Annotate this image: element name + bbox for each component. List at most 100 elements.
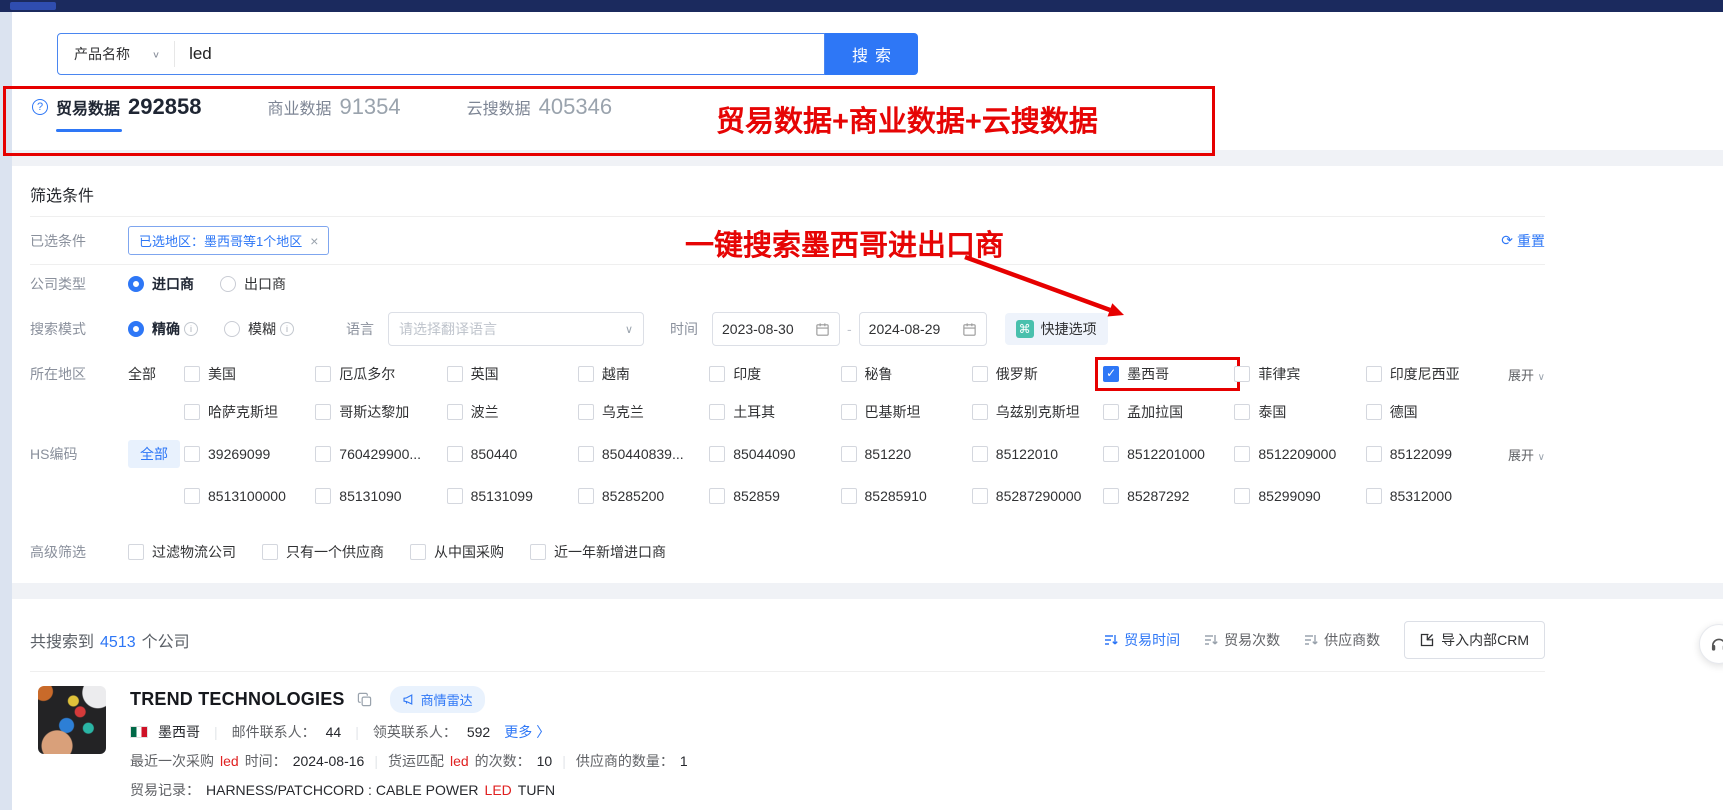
reset-button[interactable]: ⟳ 重置 xyxy=(1501,231,1545,251)
region-checkbox[interactable]: 菲律宾 xyxy=(1234,364,1357,384)
hs-all-option[interactable]: 全部 xyxy=(128,440,184,468)
checkbox-icon[interactable] xyxy=(1234,366,1250,382)
advanced-filter-checkbox[interactable]: 从中国采购 xyxy=(410,542,504,562)
date-to-input[interactable]: 2024-08-29 xyxy=(859,312,987,346)
advanced-filter-checkbox[interactable]: 只有一个供应商 xyxy=(262,542,384,562)
search-input[interactable] xyxy=(175,44,824,64)
region-all-option[interactable]: 全部 xyxy=(128,364,184,384)
search-category-dropdown[interactable]: 产品名称 ∨ xyxy=(58,41,175,67)
radio-exact-mode[interactable]: 精确 i xyxy=(128,319,198,339)
checkbox-icon[interactable] xyxy=(841,366,857,382)
checkbox-icon[interactable] xyxy=(315,404,331,420)
hs-code-checkbox[interactable]: 85299090 xyxy=(1234,488,1357,504)
advanced-filter-checkbox[interactable]: 近一年新增进口商 xyxy=(530,542,666,562)
hs-code-checkbox[interactable]: 85131099 xyxy=(447,488,570,504)
hs-expand-button[interactable]: 展开 ∨ xyxy=(1489,445,1545,464)
region-checkbox[interactable]: 越南 xyxy=(578,364,701,384)
checkbox-icon[interactable] xyxy=(410,544,426,560)
more-link[interactable]: 更多 〉 xyxy=(504,722,550,742)
date-from-input[interactable]: 2023-08-30 xyxy=(712,312,840,346)
hs-code-checkbox[interactable]: 85285910 xyxy=(841,488,964,504)
tab-business-data[interactable]: 商业数据 91354 xyxy=(267,88,400,120)
language-select[interactable]: 请选择翻译语言 ∨ xyxy=(388,312,644,346)
region-checkbox[interactable]: 乌克兰 xyxy=(578,402,701,422)
checkbox-icon[interactable] xyxy=(315,488,331,504)
tab-cloud-search-data[interactable]: 云搜数据 405346 xyxy=(467,88,612,120)
checkbox-icon[interactable] xyxy=(315,366,331,382)
import-crm-button[interactable]: 导入内部CRM xyxy=(1404,621,1545,659)
checkbox-icon[interactable] xyxy=(972,366,988,382)
hs-code-checkbox[interactable]: 85285200 xyxy=(578,488,701,504)
hs-code-checkbox[interactable]: 8513100000 xyxy=(184,488,307,504)
region-checkbox[interactable]: 俄罗斯 xyxy=(972,364,1095,384)
region-checkbox[interactable]: 厄瓜多尔 xyxy=(315,364,438,384)
checkbox-icon[interactable] xyxy=(1103,404,1119,420)
checkbox-icon[interactable] xyxy=(972,404,988,420)
hs-all-chip[interactable]: 全部 xyxy=(128,440,180,468)
checkbox-icon[interactable] xyxy=(1103,446,1119,462)
hs-code-checkbox[interactable]: 85131090 xyxy=(315,488,438,504)
business-radar-badge[interactable]: 商情雷达 xyxy=(390,686,485,713)
checkbox-icon[interactable] xyxy=(315,446,331,462)
region-checkbox[interactable]: 泰国 xyxy=(1234,402,1357,422)
region-checkbox[interactable]: 德国 xyxy=(1366,402,1489,422)
region-checkbox[interactable]: 哈萨克斯坦 xyxy=(184,402,307,422)
checkbox-icon[interactable] xyxy=(841,404,857,420)
sort-option-2[interactable]: 贸易次数 xyxy=(1204,630,1280,650)
checkbox-icon[interactable] xyxy=(972,488,988,504)
region-checkbox[interactable]: 哥斯达黎加 xyxy=(315,402,438,422)
hs-code-checkbox[interactable]: 85044090 xyxy=(709,446,832,462)
info-icon[interactable]: i xyxy=(184,322,198,336)
hs-code-checkbox[interactable]: 8512209000 xyxy=(1234,446,1357,462)
checkbox-icon[interactable] xyxy=(1366,404,1382,420)
hs-code-checkbox[interactable]: 850440839... xyxy=(578,446,701,462)
quick-options-button[interactable]: ⌘ 快捷选项 xyxy=(1005,313,1108,345)
checkbox-icon[interactable] xyxy=(184,404,200,420)
company-name[interactable]: TREND TECHNOLOGIES xyxy=(130,689,345,710)
copy-icon[interactable] xyxy=(357,692,372,707)
region-checkbox[interactable]: 孟加拉国 xyxy=(1103,402,1226,422)
close-icon[interactable]: × xyxy=(310,233,318,249)
checkbox-icon[interactable] xyxy=(1366,366,1382,382)
checkbox-icon[interactable] xyxy=(1103,488,1119,504)
checkbox-icon[interactable] xyxy=(447,488,463,504)
region-checkbox[interactable]: 印度尼西亚 xyxy=(1366,364,1489,384)
checkbox-icon[interactable] xyxy=(184,446,200,462)
hs-code-checkbox[interactable]: 851220 xyxy=(841,446,964,462)
checkbox-icon[interactable] xyxy=(128,544,144,560)
radio-fuzzy-mode[interactable]: 模糊 i xyxy=(224,319,294,339)
checkbox-icon[interactable] xyxy=(578,404,594,420)
checkbox-icon[interactable] xyxy=(1103,366,1119,382)
checkbox-icon[interactable] xyxy=(972,446,988,462)
search-button[interactable]: 搜索 xyxy=(825,33,918,75)
sort-option-1[interactable]: 贸易时间 xyxy=(1104,630,1180,650)
checkbox-icon[interactable] xyxy=(709,446,725,462)
hs-code-checkbox[interactable]: 760429900... xyxy=(315,446,438,462)
checkbox-icon[interactable] xyxy=(841,446,857,462)
region-checkbox[interactable]: 波兰 xyxy=(447,402,570,422)
checkbox-icon[interactable] xyxy=(1366,446,1382,462)
help-icon[interactable]: ? xyxy=(32,99,48,115)
checkbox-icon[interactable] xyxy=(841,488,857,504)
checkbox-icon[interactable] xyxy=(1234,488,1250,504)
hs-code-checkbox[interactable]: 85122010 xyxy=(972,446,1095,462)
region-checkbox[interactable]: 土耳其 xyxy=(709,402,832,422)
tab-trade-data[interactable]: ? 贸易数据 292858 xyxy=(32,88,201,120)
region-checkbox[interactable]: 美国 xyxy=(184,364,307,384)
radio-importer[interactable]: 进口商 xyxy=(128,274,194,294)
region-expand-button[interactable]: 展开 ∨ xyxy=(1489,365,1545,384)
checkbox-icon[interactable] xyxy=(262,544,278,560)
company-result-item[interactable]: TREND TECHNOLOGIES 商情雷达 墨西哥 | 邮件联系人： 44 xyxy=(30,672,1545,810)
checkbox-icon[interactable] xyxy=(1234,404,1250,420)
hs-code-checkbox[interactable]: 852859 xyxy=(709,488,832,504)
checkbox-icon[interactable] xyxy=(709,366,725,382)
checkbox-icon[interactable] xyxy=(1234,446,1250,462)
region-checkbox[interactable]: 巴基斯坦 xyxy=(841,402,964,422)
checkbox-icon[interactable] xyxy=(578,488,594,504)
region-checkbox[interactable]: 乌兹别克斯坦 xyxy=(972,402,1095,422)
hs-code-checkbox[interactable]: 8512201000 xyxy=(1103,446,1226,462)
checkbox-icon[interactable] xyxy=(709,488,725,504)
checkbox-icon[interactable] xyxy=(447,366,463,382)
advanced-filter-checkbox[interactable]: 过滤物流公司 xyxy=(128,542,236,562)
region-checkbox[interactable]: 英国 xyxy=(447,364,570,384)
